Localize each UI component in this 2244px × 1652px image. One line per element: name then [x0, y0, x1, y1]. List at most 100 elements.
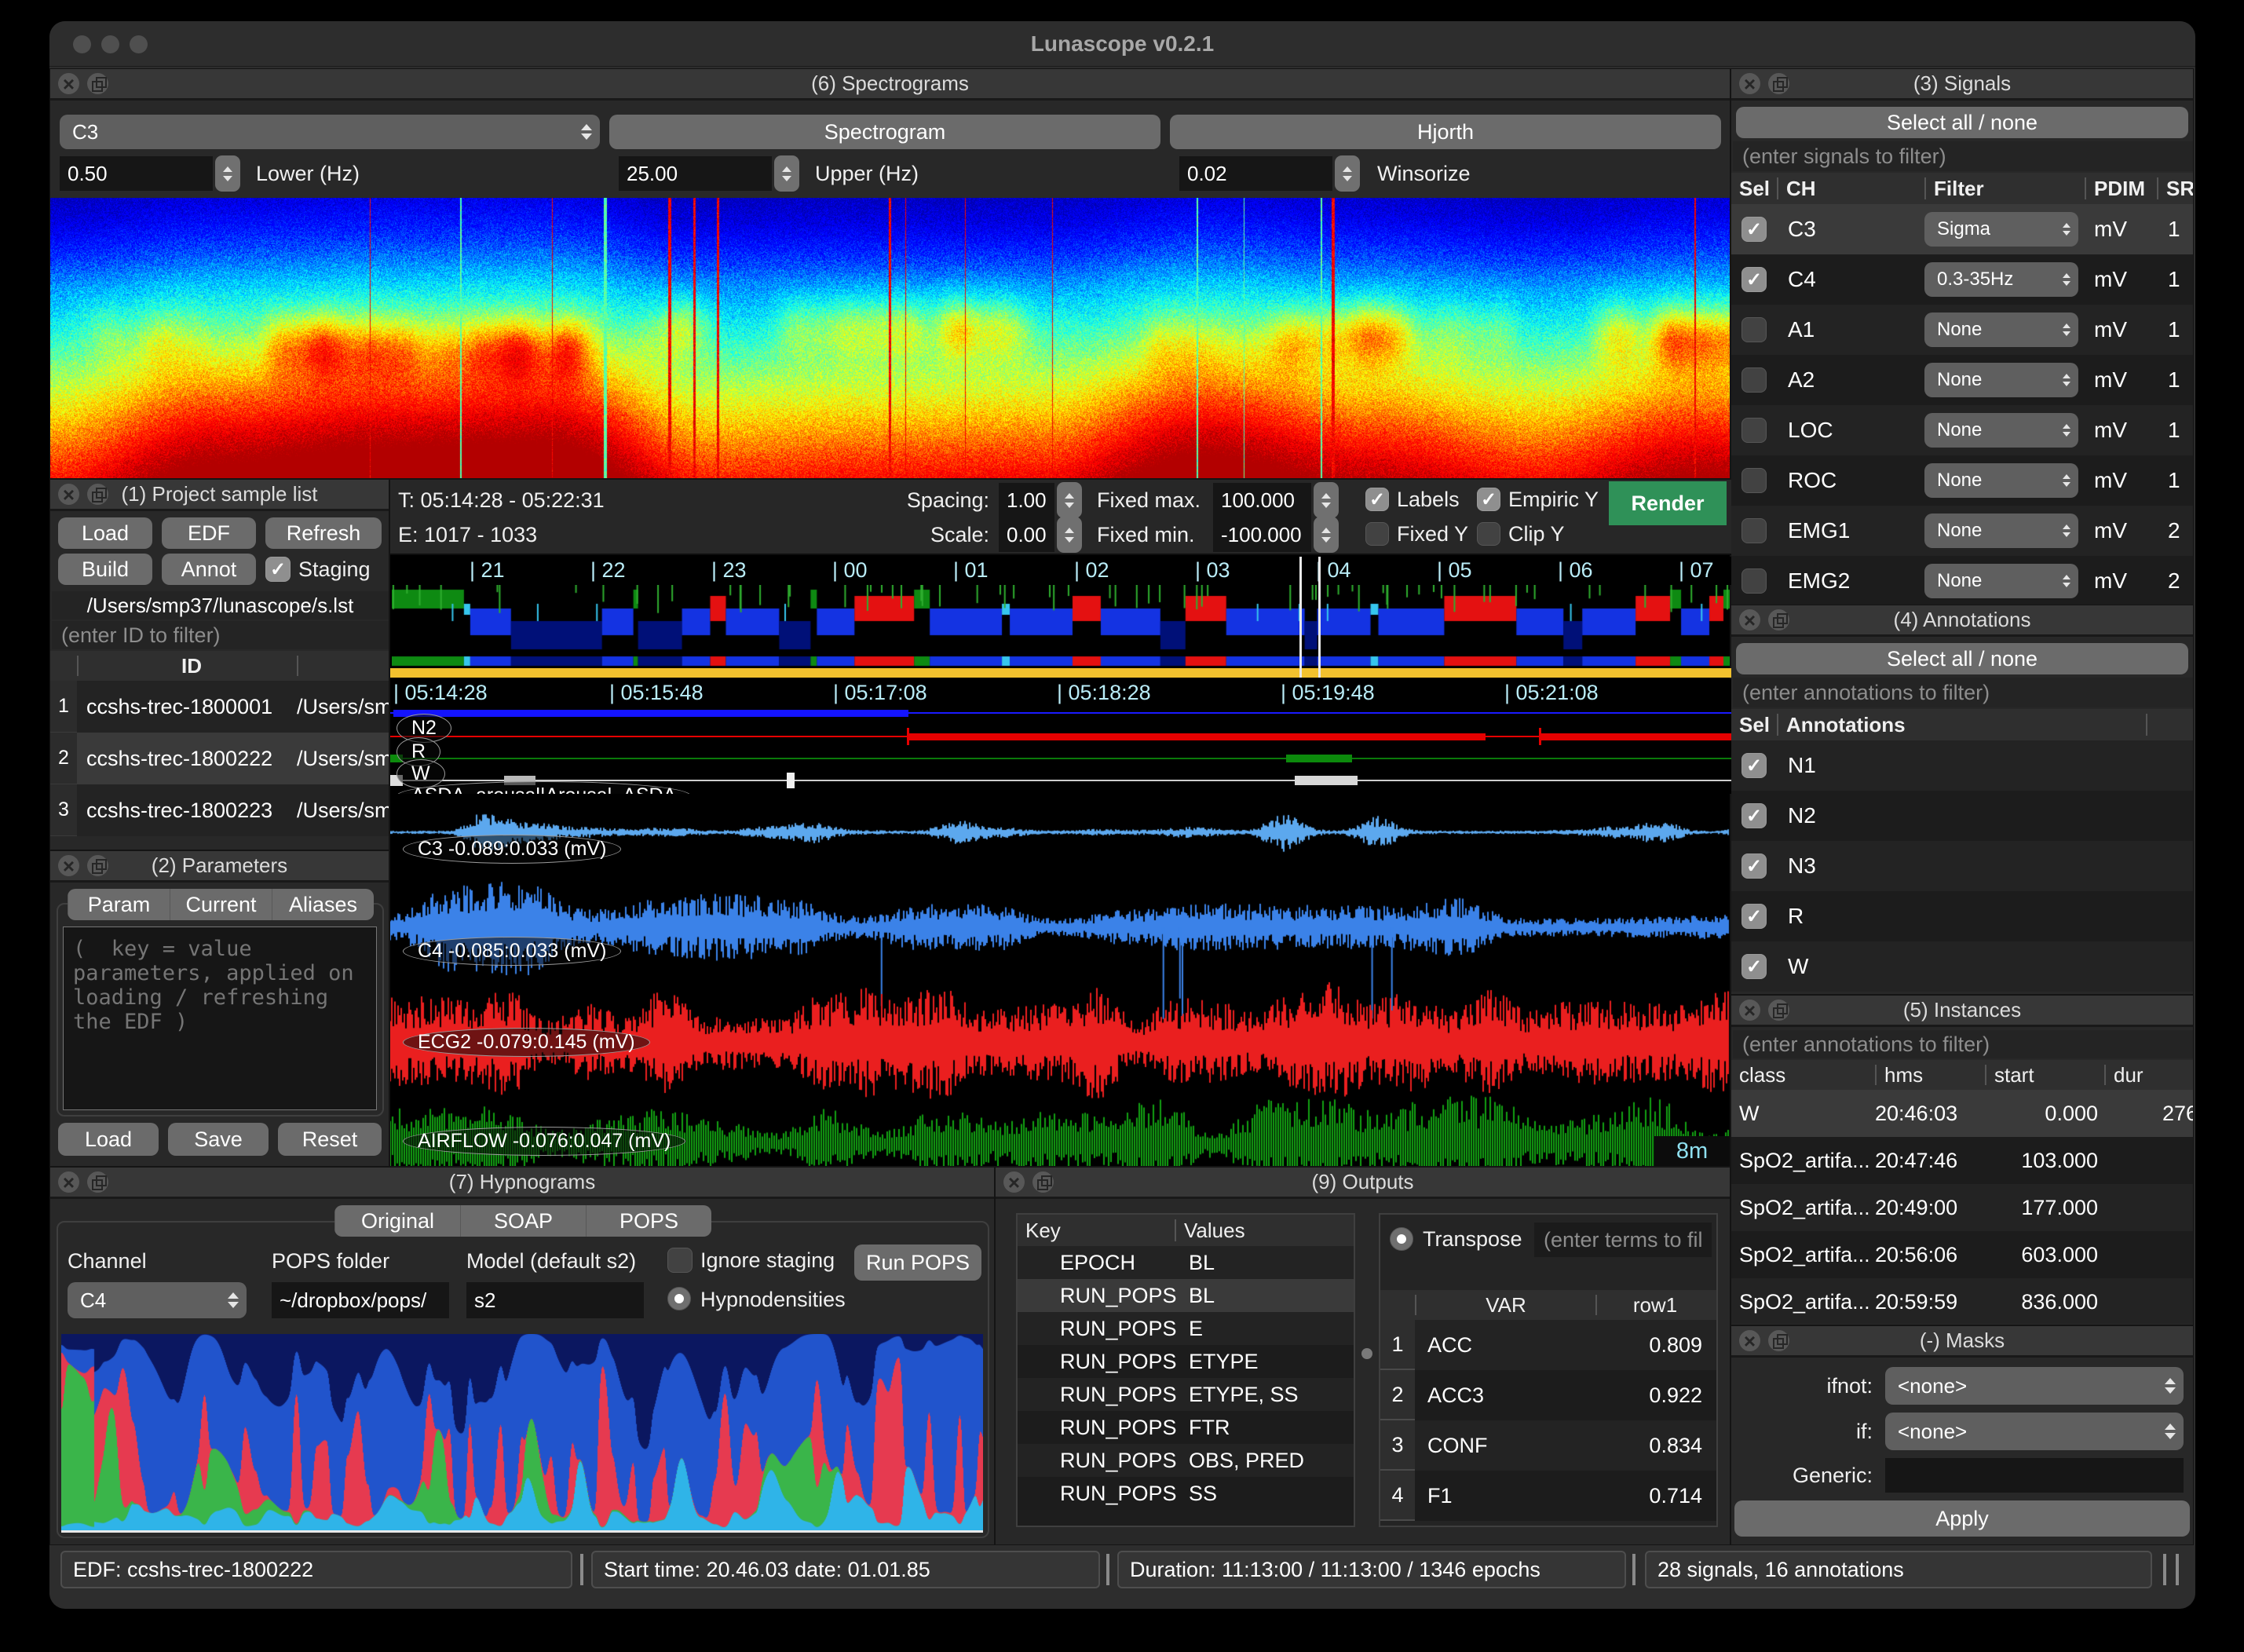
- hypnograms-tab[interactable]: POPS: [586, 1205, 711, 1237]
- output-result-row[interactable]: 3 CONF 0.834: [1380, 1420, 1716, 1471]
- run-pops-button[interactable]: Run POPS: [854, 1244, 981, 1281]
- annotation-row[interactable]: N3: [1731, 841, 2193, 891]
- signal-filter-select[interactable]: None: [1924, 312, 2078, 347]
- spectrogram-canvas[interactable]: [50, 198, 1730, 478]
- signal-row[interactable]: EMG1 None mV 2: [1731, 506, 2193, 556]
- signal-filter-select[interactable]: Sigma: [1924, 212, 2078, 247]
- output-key-row[interactable]: RUN_POPS FTR: [1018, 1411, 1354, 1444]
- undock-panel-icon[interactable]: [87, 855, 108, 876]
- refresh-button[interactable]: Refresh: [265, 517, 382, 549]
- annotation-checkbox[interactable]: [1741, 803, 1767, 828]
- fixed-max-stepper[interactable]: 100.000: [1213, 483, 1339, 517]
- signal-checkbox[interactable]: [1741, 367, 1767, 393]
- col-key[interactable]: Key: [1018, 1219, 1175, 1241]
- empiric-y-checkbox[interactable]: [1477, 488, 1500, 511]
- scale-stepper[interactable]: 0.00: [999, 517, 1082, 552]
- stepper-arrows-icon[interactable]: [1057, 482, 1082, 518]
- close-panel-icon[interactable]: [1739, 1330, 1760, 1351]
- stepper-arrows-icon[interactable]: [774, 155, 799, 192]
- signal-row[interactable]: C4 0.3-35Hz mV 1: [1731, 254, 2193, 305]
- col-filter[interactable]: Filter: [1924, 177, 2085, 199]
- time-ruler[interactable]: | 05:14:28| 05:15:48| 05:17:08| 05:18:28…: [390, 679, 1731, 706]
- instances-filter-input[interactable]: [1733, 1030, 2193, 1058]
- close-panel-icon[interactable]: [58, 73, 79, 94]
- scale-value[interactable]: 0.00: [999, 517, 1054, 552]
- hour-ruler[interactable]: | 21| 22| 23| 00| 01| 02| 03| 04| 05| 06…: [390, 557, 1731, 585]
- close-panel-icon[interactable]: [58, 484, 79, 505]
- stepper-arrows-icon[interactable]: [215, 155, 240, 192]
- signal-row[interactable]: LOC None mV 1: [1731, 405, 2193, 455]
- col-annotations[interactable]: Annotations: [1777, 714, 2146, 736]
- fixed-min-stepper[interactable]: -100.000: [1213, 517, 1339, 552]
- upper-hz-stepper[interactable]: 25.00: [619, 155, 799, 192]
- id-filter-input[interactable]: [52, 621, 389, 649]
- output-key-row[interactable]: RUN_POPS BL: [1018, 1279, 1354, 1312]
- annotation-row[interactable]: R: [1731, 891, 2193, 941]
- undock-panel-icon[interactable]: [1768, 1330, 1789, 1351]
- signal-checkbox[interactable]: [1741, 518, 1767, 543]
- signal-checkbox[interactable]: [1741, 317, 1767, 342]
- close-panel-icon[interactable]: [58, 1171, 79, 1193]
- lower-hz-value[interactable]: 0.50: [60, 156, 213, 191]
- signal-filter-select[interactable]: None: [1924, 413, 2078, 448]
- selection-marker-right[interactable]: [1318, 557, 1321, 678]
- parameters-tab[interactable]: Current: [170, 889, 272, 920]
- labels-checkbox[interactable]: [1365, 488, 1389, 511]
- signal-checkbox[interactable]: [1741, 267, 1767, 292]
- close-panel-icon[interactable]: [1739, 1000, 1760, 1021]
- clip-y-checkbox[interactable]: [1477, 522, 1500, 546]
- output-result-row[interactable]: 4 F1 0.714: [1380, 1471, 1716, 1521]
- output-key-row[interactable]: RUN_POPS SS: [1018, 1477, 1354, 1510]
- resize-grip-icon[interactable]: [2176, 1554, 2179, 1585]
- col-pdim[interactable]: PDIM: [2085, 177, 2157, 199]
- generic-input[interactable]: [1885, 1458, 2184, 1493]
- resize-grip-icon[interactable]: [2163, 1554, 2166, 1585]
- stepper-arrows-icon[interactable]: [1314, 482, 1339, 518]
- pops-channel-select[interactable]: C4: [68, 1282, 247, 1318]
- instance-row[interactable]: SpO2_artifa... 20:59:59 836.000: [1731, 1278, 2193, 1324]
- build-button[interactable]: Build: [58, 554, 152, 585]
- signal-row[interactable]: EMG2 None mV 2: [1731, 556, 2193, 605]
- staging-checkbox[interactable]: [265, 557, 291, 582]
- hypnograms-tab[interactable]: SOAP: [460, 1205, 586, 1237]
- col-start[interactable]: start: [1985, 1065, 2104, 1086]
- annotations-select-all-button[interactable]: Select all / none: [1736, 643, 2188, 674]
- annotation-row[interactable]: N2: [1731, 791, 2193, 841]
- sample-row[interactable]: 1 ccshs-trec-1800001 /Users/sm: [50, 681, 389, 733]
- col-id[interactable]: ID: [77, 656, 297, 677]
- undock-panel-icon[interactable]: [1768, 1000, 1789, 1021]
- col-values[interactable]: Values: [1175, 1219, 1354, 1241]
- pops-folder-input[interactable]: [272, 1282, 449, 1318]
- hypnogram-overview-canvas[interactable]: [392, 585, 1730, 652]
- signal-filter-select[interactable]: None: [1924, 564, 2078, 598]
- annotation-checkbox[interactable]: [1741, 904, 1767, 929]
- spacing-stepper[interactable]: 1.00: [999, 483, 1082, 517]
- col-sel[interactable]: Sel: [1731, 714, 1777, 736]
- signal-filter-select[interactable]: None: [1924, 514, 2078, 548]
- col-hms[interactable]: hms: [1875, 1065, 1985, 1086]
- output-key-row[interactable]: RUN_POPS OBS, PRED: [1018, 1444, 1354, 1477]
- undock-panel-icon[interactable]: [87, 73, 108, 94]
- signal-checkbox[interactable]: [1741, 468, 1767, 493]
- signal-row[interactable]: A2 None mV 1: [1731, 355, 2193, 405]
- annotation-row[interactable]: N1: [1731, 740, 2193, 791]
- signal-filter-select[interactable]: 0.3-35Hz: [1924, 262, 2078, 297]
- signal-row[interactable]: C3 Sigma mV 1: [1731, 204, 2193, 254]
- signal-filter-select[interactable]: None: [1924, 463, 2078, 498]
- output-result-row[interactable]: 2 ACC3 0.922: [1380, 1370, 1716, 1420]
- col-ch[interactable]: CH: [1777, 177, 1924, 199]
- lower-hz-stepper[interactable]: 0.50: [60, 155, 240, 192]
- winsorize-stepper[interactable]: 0.02: [1179, 155, 1360, 192]
- close-panel-icon[interactable]: [1739, 73, 1760, 94]
- close-panel-icon[interactable]: [1003, 1171, 1025, 1193]
- load-samplelist-button[interactable]: Load: [58, 517, 152, 549]
- selection-marker-left[interactable]: [1299, 557, 1302, 678]
- params-reset-button[interactable]: Reset: [278, 1123, 382, 1156]
- signal-checkbox[interactable]: [1741, 568, 1767, 594]
- close-panel-icon[interactable]: [58, 855, 79, 876]
- hypnograms-tab[interactable]: Original: [334, 1205, 460, 1237]
- hypnodensities-radio[interactable]: [667, 1287, 691, 1310]
- winsorize-value[interactable]: 0.02: [1179, 156, 1332, 191]
- signal-row[interactable]: ROC None mV 1: [1731, 455, 2193, 506]
- output-key-row[interactable]: RUN_POPS ETYPE, SS: [1018, 1378, 1354, 1411]
